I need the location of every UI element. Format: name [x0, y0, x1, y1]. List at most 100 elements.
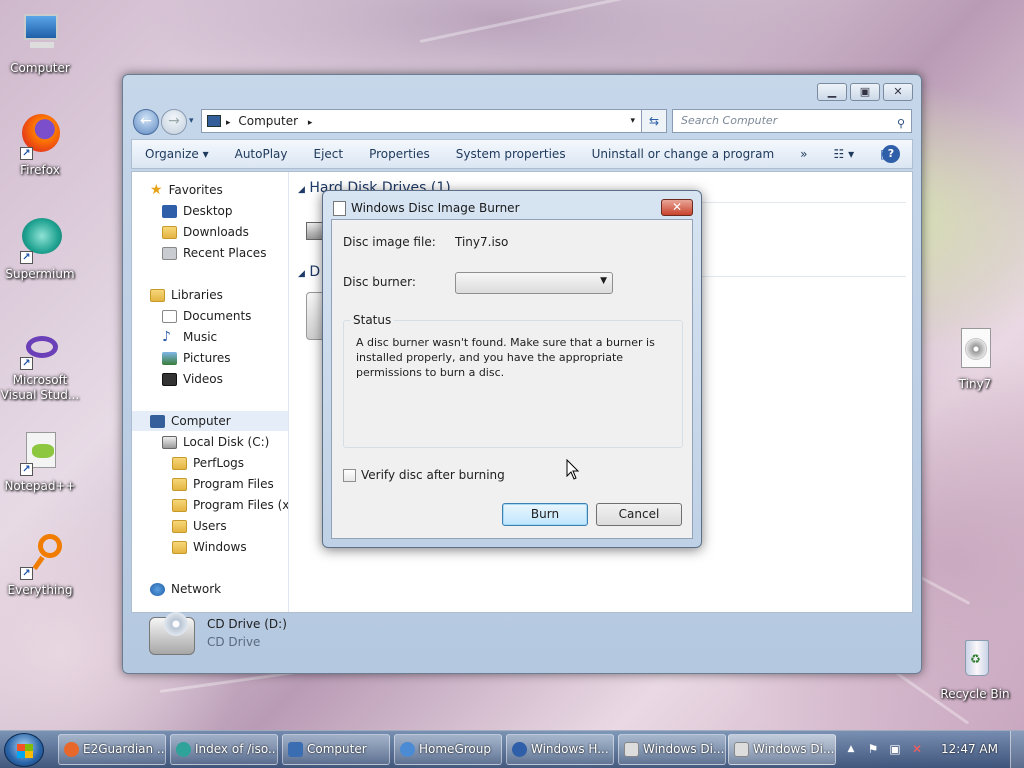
taskbar-item-index-of-iso[interactable]: Index of /iso...: [170, 734, 278, 765]
sidebar-item-local-disk[interactable]: Local Disk (C:): [162, 432, 269, 452]
show-desktop-button[interactable]: [1010, 731, 1024, 768]
sidebar-item-downloads[interactable]: Downloads: [162, 222, 249, 242]
sidebar-item-users[interactable]: Users: [172, 516, 227, 536]
sidebar-item-program-files-x86[interactable]: Program Files (x86: [172, 495, 288, 515]
status-groupbox: Status A disc burner wasn't found. Make …: [343, 313, 683, 448]
close-button[interactable]: ✕: [883, 83, 913, 101]
disc-burner-select[interactable]: ▼: [455, 272, 613, 294]
shortcut-arrow-icon: ↗: [20, 251, 33, 264]
forward-button[interactable]: →: [161, 109, 187, 135]
visual-studio-icon: ↗: [16, 334, 64, 370]
taskbar-item-disc-burner-1[interactable]: Windows Di...: [618, 734, 726, 765]
desktop-icon-supermium[interactable]: ↗ Supermium: [0, 216, 80, 282]
refresh-button[interactable]: ⇆: [641, 109, 667, 133]
volume-muted-icon[interactable]: ✕: [910, 742, 924, 756]
recent-places-icon: [162, 246, 177, 260]
computer-icon: [150, 414, 165, 428]
taskbar-item-e2guardian[interactable]: E2Guardian ...: [58, 734, 166, 765]
sidebar-item-documents[interactable]: Documents: [162, 306, 251, 326]
breadcrumb-separator-icon: ▸: [226, 118, 231, 128]
collapse-triangle-icon: ◢: [298, 185, 305, 195]
details-pane: CD Drive (D:) CD Drive: [131, 611, 913, 667]
minimize-button[interactable]: ▁: [817, 83, 847, 101]
autoplay-button[interactable]: AutoPlay: [222, 147, 301, 161]
computer-icon: [16, 10, 64, 58]
taskbar-item-disc-burner-2[interactable]: Windows Di...: [728, 734, 836, 765]
star-icon: ★: [150, 182, 163, 198]
taskbar-item-computer[interactable]: Computer: [282, 734, 390, 765]
documents-icon: [162, 309, 177, 323]
recent-pages-dropdown[interactable]: ▾: [189, 116, 194, 126]
sidebar-item-libraries[interactable]: Libraries: [150, 285, 223, 305]
chevron-down-icon: ▼: [600, 276, 607, 286]
notepadpp-icon: ↗: [16, 428, 64, 476]
taskbar-item-homegroup[interactable]: HomeGroup: [394, 734, 502, 765]
sidebar-item-computer[interactable]: Computer: [132, 411, 288, 431]
details-name: CD Drive (D:): [207, 617, 287, 631]
cancel-button[interactable]: Cancel: [596, 503, 682, 526]
sidebar-item-perflogs[interactable]: PerfLogs: [172, 453, 244, 473]
shortcut-arrow-icon: ↗: [20, 463, 33, 476]
search-input[interactable]: Search Computer ⚲: [672, 109, 912, 133]
navigation-bar: ← → ▾ ▸ Computer ▸ ▾ ⇆ Search Computer ⚲: [131, 107, 913, 135]
uninstall-program-button[interactable]: Uninstall or change a program: [579, 147, 788, 161]
clock[interactable]: 12:47 AM: [941, 742, 998, 756]
disc-image-file-label: Disc image file:: [343, 235, 436, 249]
desktop-icon-everything[interactable]: ↗ Everything: [0, 532, 80, 598]
checkbox-box[interactable]: [343, 468, 356, 482]
help-icon[interactable]: ?: [882, 145, 900, 163]
sidebar-item-network[interactable]: Network: [150, 579, 221, 599]
shortcut-arrow-icon: ↗: [20, 567, 33, 580]
properties-button[interactable]: Properties: [356, 147, 443, 161]
back-button[interactable]: ←: [133, 109, 159, 135]
maximize-button[interactable]: ▣: [850, 83, 880, 101]
eject-button[interactable]: Eject: [301, 147, 357, 161]
sidebar-item-favorites[interactable]: ★ Favorites: [150, 180, 223, 200]
desktop-icon-tiny7-iso[interactable]: Tiny7: [935, 326, 1015, 392]
sidebar-item-desktop[interactable]: Desktop: [162, 201, 233, 221]
system-tray: ▲ ⚑ ▣ ✕ 12:47 AM: [838, 731, 1024, 768]
disc-burner-icon: [333, 201, 346, 216]
more-commands-button[interactable]: »: [787, 147, 820, 161]
network-status-icon[interactable]: ▣: [888, 742, 902, 756]
sidebar-item-recent-places[interactable]: Recent Places: [162, 243, 266, 263]
address-bar[interactable]: ▸ Computer ▸ ▾: [201, 109, 666, 133]
firefox-icon: ↗: [16, 112, 64, 160]
pictures-icon: [162, 351, 177, 365]
windows-logo-icon: [17, 744, 33, 758]
desktop-icon-notepadpp[interactable]: ↗ Notepad++: [0, 428, 80, 494]
desktop-icon-recycle-bin[interactable]: ♻ Recycle Bin: [935, 636, 1015, 702]
search-icon[interactable]: ⚲: [897, 113, 905, 135]
action-center-flag-icon[interactable]: ⚑: [866, 742, 880, 756]
organize-menu[interactable]: Organize ▾: [132, 147, 222, 161]
sidebar-item-windows[interactable]: Windows: [172, 537, 247, 557]
dialog-title: Windows Disc Image Burner: [351, 201, 520, 215]
start-button[interactable]: [4, 733, 44, 767]
desktop-icon-computer[interactable]: Computer: [0, 10, 80, 76]
taskbar-item-windows-help[interactable]: Windows H...: [506, 734, 614, 765]
local-disk-icon: [162, 435, 177, 449]
supermium-icon: [176, 742, 191, 757]
address-dropdown-icon[interactable]: ▾: [630, 110, 635, 132]
details-type: CD Drive: [207, 635, 261, 649]
music-icon: ♪: [162, 329, 171, 345]
firefox-icon: [64, 742, 79, 757]
group-header-devices[interactable]: ◢ D: [298, 264, 320, 280]
dialog-close-button[interactable]: ✕: [661, 199, 693, 216]
desktop-icon-visual-studio[interactable]: ↗ Microsoft Visual Stud...: [0, 334, 80, 403]
show-hidden-icons-button[interactable]: ▲: [844, 742, 858, 756]
collapse-triangle-icon: ◢: [298, 269, 305, 279]
everything-icon: ↗: [16, 532, 64, 580]
sidebar-item-pictures[interactable]: Pictures: [162, 348, 231, 368]
sidebar-item-videos[interactable]: Videos: [162, 369, 223, 389]
verify-disc-checkbox[interactable]: Verify disc after burning: [343, 468, 505, 482]
view-options-icon[interactable]: ☷ ▾: [821, 147, 868, 161]
system-properties-button[interactable]: System properties: [443, 147, 579, 161]
sidebar-item-music[interactable]: ♪ Music: [162, 327, 217, 347]
sidebar-item-program-files[interactable]: Program Files: [172, 474, 274, 494]
folder-icon: [172, 456, 187, 470]
desktop-icon-firefox[interactable]: ↗ Firefox: [0, 112, 80, 178]
disc-image-file-value: Tiny7.iso: [455, 235, 509, 249]
breadcrumb-computer[interactable]: Computer: [238, 114, 298, 128]
burn-button[interactable]: Burn: [502, 503, 588, 526]
